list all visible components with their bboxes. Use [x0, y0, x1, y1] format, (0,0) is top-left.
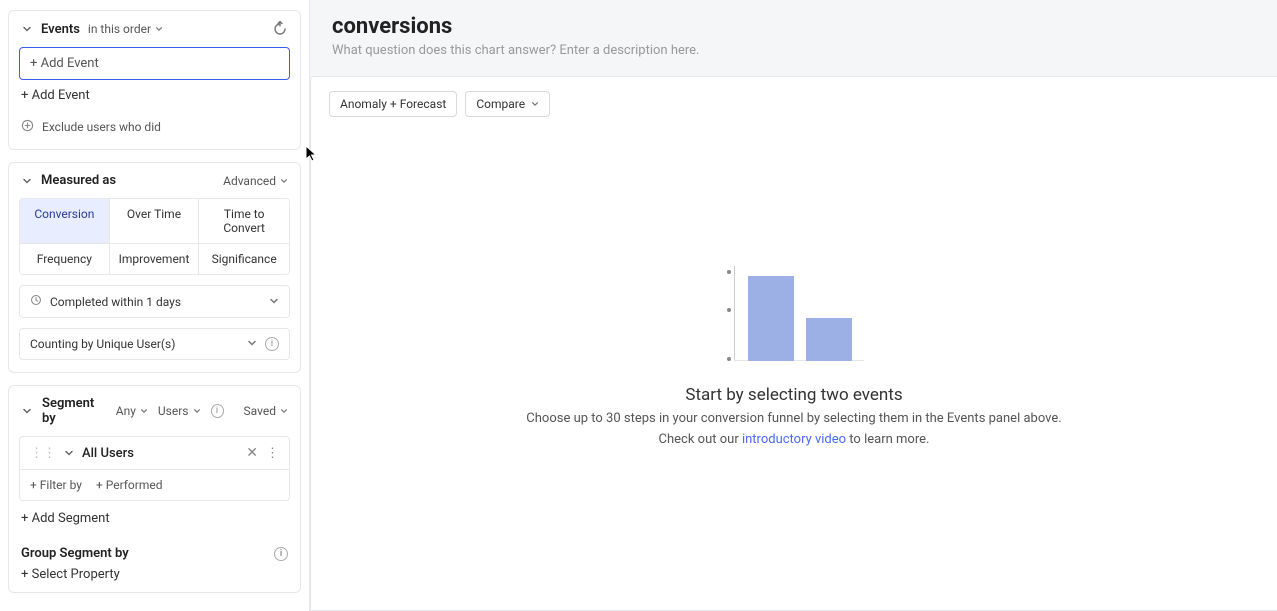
info-icon[interactable]: i: [274, 547, 288, 561]
empty-sub2: Check out our introductory video to lear…: [659, 432, 930, 447]
chevron-down-icon: [269, 295, 279, 309]
clock-icon: [30, 294, 42, 309]
measured-tabs: Conversion Over Time Time to Convert Fre…: [19, 198, 290, 275]
segment-any-selector[interactable]: Any: [116, 404, 148, 418]
anomaly-forecast-button[interactable]: Anomaly + Forecast: [329, 91, 457, 117]
counting-by-selector[interactable]: Counting by Unique User(s) i: [19, 328, 290, 360]
select-property-button[interactable]: + Select Property: [9, 563, 300, 592]
segment-item-name: All Users: [82, 446, 134, 461]
description-input[interactable]: What question does this chart answer? En…: [332, 43, 1255, 58]
group-segment-title: Group Segment by i: [9, 536, 300, 563]
tab-time-to-convert[interactable]: Time to Convert: [199, 199, 289, 244]
segment-item: ⋮⋮ All Users ✕ ⋮ + Filter by + Performed: [19, 436, 290, 501]
exclude-label: Exclude users who did: [42, 120, 161, 134]
info-icon[interactable]: i: [265, 337, 279, 351]
events-panel: Events in this order + Add Event Exclu: [8, 10, 301, 150]
empty-headline: Start by selecting two events: [685, 385, 902, 405]
add-event-input[interactable]: [19, 47, 290, 80]
filter-by-button[interactable]: + Filter by: [30, 478, 82, 492]
empty-chart-graphic: [724, 266, 864, 361]
tab-significance[interactable]: Significance: [199, 244, 289, 274]
empty-state: Start by selecting two events Choose up …: [329, 117, 1259, 596]
chevron-down-icon[interactable]: [21, 23, 33, 35]
empty-sub1: Choose up to 30 steps in your conversion…: [526, 411, 1061, 426]
completed-within-selector[interactable]: Completed within 1 days: [19, 285, 290, 318]
intro-video-link[interactable]: introductory video: [742, 432, 846, 447]
drag-handle-icon[interactable]: ⋮⋮: [30, 446, 56, 461]
plus-circle-icon: [21, 119, 34, 135]
chart-card: Anomaly + Forecast Compare Start by sele…: [310, 76, 1277, 611]
tab-frequency[interactable]: Frequency: [20, 244, 110, 274]
advanced-label: Advanced: [223, 174, 276, 188]
chevron-down-icon[interactable]: [21, 175, 33, 187]
tab-improvement[interactable]: Improvement: [110, 244, 200, 274]
add-segment-button[interactable]: + Add Segment: [9, 501, 300, 536]
main-content: conversions What question does this char…: [310, 0, 1277, 611]
segment-title: Segment by: [42, 396, 106, 426]
config-sidebar: Events in this order + Add Event Exclu: [0, 0, 310, 611]
completed-label: Completed within 1 days: [50, 295, 181, 309]
compare-button[interactable]: Compare: [465, 91, 550, 117]
events-order-selector[interactable]: in this order: [88, 22, 163, 36]
segment-users-selector[interactable]: Users: [158, 404, 201, 418]
advanced-toggle[interactable]: Advanced: [223, 174, 288, 188]
add-event-button[interactable]: + Add Event: [19, 80, 290, 111]
measured-title: Measured as: [41, 173, 116, 188]
tab-over-time[interactable]: Over Time: [110, 199, 200, 244]
close-icon[interactable]: ✕: [246, 445, 258, 461]
events-refresh-icon[interactable]: [272, 21, 288, 37]
performed-button[interactable]: + Performed: [96, 478, 163, 492]
tab-conversion[interactable]: Conversion: [20, 199, 110, 244]
segment-saved-selector[interactable]: Saved: [244, 404, 288, 418]
measured-panel: Measured as Advanced Conversion Over Tim…: [8, 162, 301, 373]
segment-panel: Segment by Any Users i Saved ⋮⋮: [8, 385, 301, 593]
exclude-users-button[interactable]: Exclude users who did: [19, 111, 290, 137]
chevron-down-icon[interactable]: [21, 405, 32, 417]
kebab-menu-icon[interactable]: ⋮: [266, 446, 279, 461]
events-order-label: in this order: [88, 22, 151, 36]
counting-label: Counting by Unique User(s): [30, 337, 175, 351]
chevron-down-icon[interactable]: [64, 448, 74, 458]
events-title: Events: [41, 22, 80, 37]
info-icon[interactable]: i: [211, 404, 224, 418]
page-title: conversions: [332, 14, 1255, 39]
chevron-down-icon: [247, 337, 257, 351]
